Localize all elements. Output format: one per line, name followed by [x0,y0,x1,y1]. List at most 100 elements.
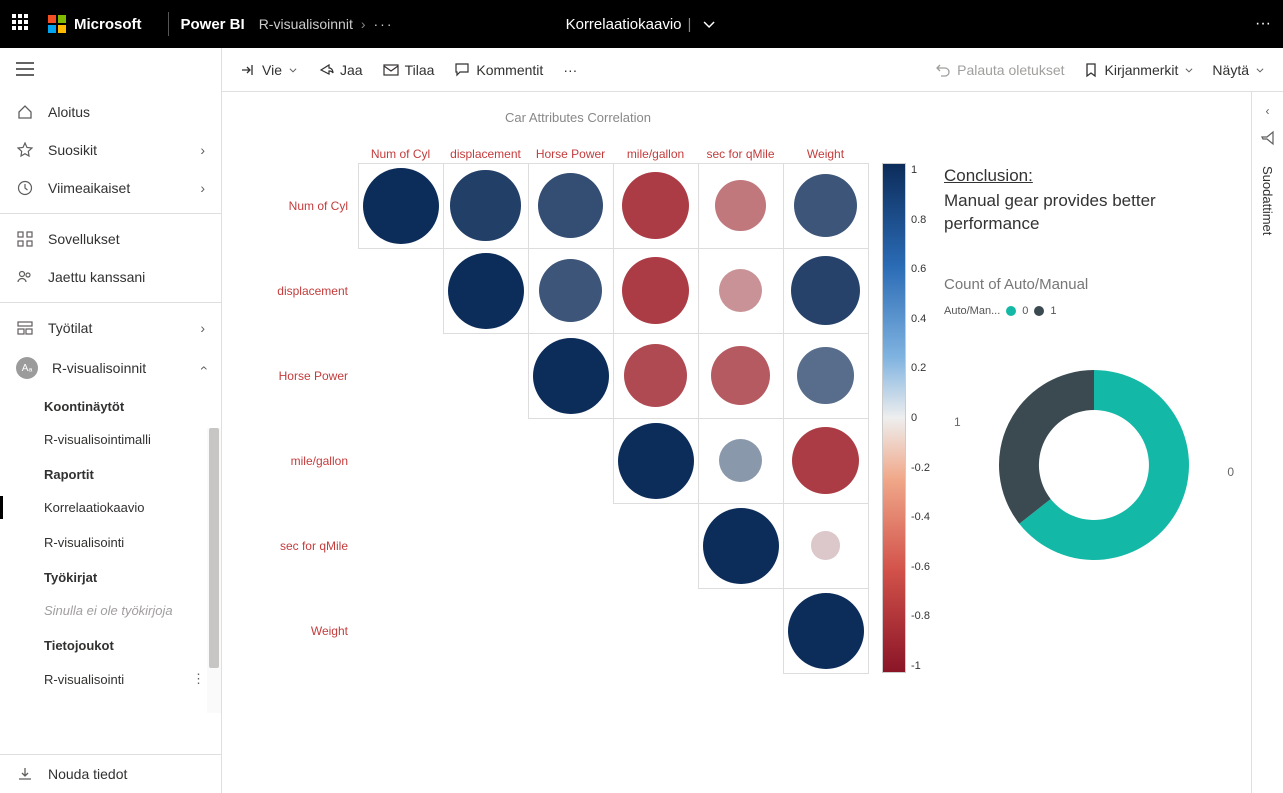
nav-shared[interactable]: Jaettu kanssani [0,258,221,296]
corr-cell [613,418,699,504]
chevron-right-icon: › [200,142,205,158]
conclusion-body: Manual gear provides better performance [944,190,1244,236]
nav-current-workspace-label: R-visualisoinnit [52,360,146,376]
section-dashboards: Koontinäytöt [0,389,221,422]
chevron-down-icon [1255,62,1265,78]
bookmarks-button[interactable]: Kirjanmerkit [1083,62,1195,78]
nav-shared-label: Jaettu kanssani [48,269,145,285]
download-icon [16,765,34,783]
export-button[interactable]: Vie [240,62,298,78]
nav-dataset-item[interactable]: R-visualisointi ⋮ [0,661,221,697]
corr-dot [622,172,690,240]
chevron-right-icon: › [361,16,366,32]
apps-icon [16,230,34,248]
nav-home[interactable]: Aloitus [0,93,221,131]
microsoft-label: Microsoft [74,16,142,33]
corr-dot [811,531,839,559]
corr-col-label: Num of Cyl [358,139,443,163]
corr-cell [783,248,869,334]
chevron-down-icon[interactable] [701,16,717,32]
corr-dot [719,439,763,483]
corr-dot [794,174,858,238]
breadcrumb-workspace[interactable]: R-visualisoinnit [259,16,353,32]
mail-icon [383,62,399,78]
corr-dot [363,168,439,244]
reset-button[interactable]: Palauta oletukset [935,62,1064,78]
section-datasets: Tietojoukot [0,628,221,661]
subscribe-button[interactable]: Tilaa [383,62,435,78]
view-button[interactable]: Näytä [1212,62,1265,78]
corr-col-label: sec for qMile [698,139,783,163]
comment-icon [454,62,470,78]
star-icon [16,141,34,159]
corr-row-label: displacement [248,248,358,333]
nav-workbooks-empty: Sinulla ei ole työkirjoja [0,593,221,628]
more-icon[interactable]: ··· [374,16,394,32]
nav-dashboard-item[interactable]: R-visualisointimalli [0,422,221,457]
donut-legend: Auto/Man... 0 1 [944,305,1244,317]
nav-apps-label: Sovellukset [48,231,120,247]
workspace-icon [16,319,34,337]
corr-dot [711,346,770,405]
chevron-down-icon [288,62,298,78]
legend-swatch-1 [1034,306,1044,316]
undo-icon [935,62,951,78]
section-reports: Raportit [0,457,221,490]
filters-pane-collapsed[interactable]: ‹ Suodattimet [1251,92,1283,793]
share-button[interactable]: Jaa [318,62,363,78]
corr-cell [783,333,869,419]
nav-home-label: Aloitus [48,104,90,120]
bookmark-icon [1083,62,1099,78]
corr-dot [797,347,853,403]
correlation-visual[interactable]: Car Attributes Correlation Num of Cyldis… [248,110,908,793]
global-header: Microsoft Power BI R-visualisoinnit › ··… [0,0,1283,48]
chevron-left-icon[interactable]: ‹ [1266,104,1270,118]
nav-favorites[interactable]: Suosikit › [0,131,221,169]
nav-recent[interactable]: Viimeaikaiset › [0,169,221,207]
comments-button[interactable]: Kommentit [454,62,543,78]
corr-row-label: Num of Cyl [248,163,358,248]
nav-get-data[interactable]: Nouda tiedot [0,754,221,793]
filters-label: Suodattimet [1260,166,1275,235]
corr-cell [443,163,529,249]
donut-callout-0: 0 [1227,465,1234,479]
sidebar-scrollbar[interactable] [207,428,221,713]
corr-cell [698,333,784,419]
header-more-button[interactable]: ··· [1255,15,1271,33]
corr-cell [783,588,869,674]
nav-report-item-selected[interactable]: Korrelaatiokaavio [0,490,221,525]
corr-row-label: mile/gallon [248,418,358,503]
correlation-title: Car Attributes Correlation [248,110,908,125]
corr-cell [783,163,869,249]
nav-report-item[interactable]: R-visualisointi [0,525,221,560]
filter-icon [1260,130,1276,146]
toolbar-more-button[interactable]: ··· [563,62,577,78]
nav-workspaces[interactable]: Työtilat › [0,309,221,347]
nav-current-workspace[interactable]: Aₐ R-visualisoinnit › [0,347,221,389]
donut-callout-1: 1 [954,415,961,429]
corr-row-label: Horse Power [248,333,358,418]
corr-cell [698,163,784,249]
corr-dot [533,338,609,414]
correlation-grid: Num of CyldisplacementHorse Powermile/ga… [248,139,868,673]
main-content: Vie Jaa Tilaa Kommentit ··· Palauta olet… [222,48,1283,793]
nav-apps[interactable]: Sovellukset [0,220,221,258]
people-icon [16,268,34,286]
conclusion-panel: Conclusion: Manual gear provides better … [944,110,1244,793]
app-launcher-icon[interactable] [12,14,32,34]
corr-col-label: Horse Power [528,139,613,163]
corr-row-label: sec for qMile [248,503,358,588]
nav-toggle-button[interactable] [0,48,221,93]
corr-dot [622,257,690,325]
corr-cell [528,163,614,249]
corr-cell [613,333,699,419]
more-vertical-icon[interactable]: ⋮ [192,671,205,687]
donut-chart[interactable]: 0 1 [974,345,1214,585]
nav-recent-label: Viimeaikaiset [48,180,130,196]
report-title-area[interactable]: Korrelaatiokaavio | [566,16,718,33]
corr-dot [538,173,604,239]
corr-cell [443,248,529,334]
corr-col-label: displacement [443,139,528,163]
chevron-right-icon: › [200,320,205,336]
workspace-current-icon: Aₐ [16,357,38,379]
